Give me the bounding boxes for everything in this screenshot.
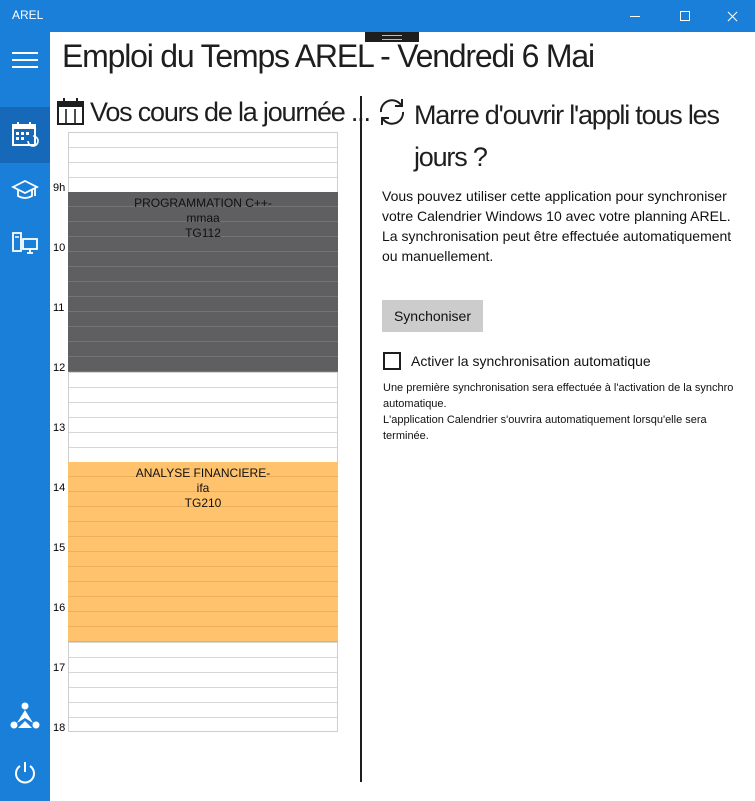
course-teacher: mmaa — [186, 211, 220, 225]
sync-title: Marre d'ouvrir l'appli tous les jours ? — [414, 100, 720, 172]
note-line: Une première synchronisation sera effect… — [383, 382, 734, 410]
hour-label: 13 — [53, 422, 66, 434]
hour-label: 14 — [53, 482, 66, 494]
page-title: Emploi du Temps AREL - Vendredi 6 Mai — [62, 38, 595, 74]
description-line: La synchronisation peut être effectuée a… — [382, 228, 732, 264]
schedule-header: Vos cours de la journée ... — [56, 94, 371, 130]
sync-icon — [379, 99, 405, 125]
auto-sync-row[interactable]: Activer la synchronisation automatique — [383, 352, 651, 370]
calendar-icon — [57, 98, 84, 125]
hour-label: 12 — [53, 362, 66, 374]
description-line: Vous pouvez utiliser cette application p… — [382, 188, 731, 224]
hamburger-menu-button[interactable] — [0, 32, 50, 88]
course-room: TG112 — [185, 226, 221, 240]
power-button[interactable] — [0, 745, 50, 801]
calendar-sync-icon — [12, 122, 39, 147]
course-block[interactable]: ANALYSE FINANCIERE- ifa TG210 — [68, 462, 338, 642]
course-name: ANALYSE FINANCIERE- — [135, 466, 271, 480]
sync-description: Vous pouvez utiliser cette application p… — [382, 186, 744, 266]
course-room: TG210 — [184, 496, 222, 510]
panel-divider — [360, 96, 362, 782]
sidebar-item-grades[interactable] — [0, 163, 50, 219]
title-bar: AREL — [0, 0, 755, 32]
schedule-title: Vos cours de la journée ... — [90, 96, 371, 127]
hour-label: 10 — [53, 242, 66, 254]
close-button[interactable] — [709, 0, 755, 32]
power-icon — [15, 762, 35, 784]
course-name: PROGRAMMATION C++- — [134, 196, 272, 210]
arel-logo-button[interactable] — [0, 689, 50, 745]
hour-label: 11 — [53, 302, 65, 314]
auto-sync-label[interactable]: Activer la synchronisation automatique — [411, 353, 651, 369]
sidebar-item-devices[interactable] — [0, 216, 50, 272]
graduation-cap-icon — [11, 179, 39, 199]
hour-label: 15 — [53, 542, 66, 554]
hour-label: 17 — [53, 662, 66, 674]
hour-label: 9h — [53, 182, 66, 194]
sidebar-item-schedule[interactable] — [0, 107, 50, 163]
sync-button[interactable]: Synchoniser — [382, 300, 483, 332]
auto-sync-note: Une première synchronisation sera effect… — [383, 380, 745, 444]
hour-label: 18 — [53, 722, 66, 734]
note-line: L'application Calendrier s'ouvrira autom… — [383, 414, 707, 442]
auto-sync-checkbox[interactable] — [383, 352, 401, 370]
hamburger-menu-icon — [12, 52, 38, 68]
sidebar — [0, 32, 50, 801]
course-teacher: ifa — [196, 481, 210, 495]
course-block[interactable]: PROGRAMMATION C++- mmaa TG112 — [68, 192, 338, 372]
hour-label: 16 — [53, 602, 66, 614]
minimize-button[interactable] — [612, 0, 658, 32]
arel-logo-icon — [10, 702, 40, 729]
computer-network-icon — [12, 232, 38, 254]
maximize-button[interactable] — [662, 0, 708, 32]
window-title: AREL — [12, 8, 44, 22]
